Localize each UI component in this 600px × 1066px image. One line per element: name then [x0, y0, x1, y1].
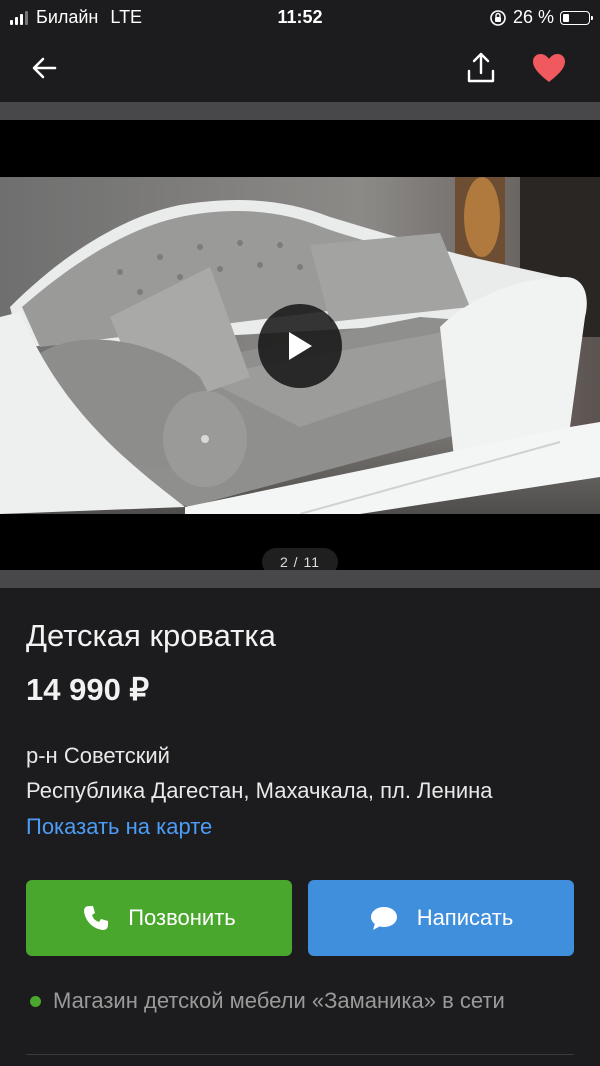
seller-name: Магазин детской мебели «Заманика» в сети	[53, 988, 505, 1013]
battery-icon	[560, 10, 593, 25]
divider	[26, 1054, 574, 1055]
show-on-map-link[interactable]: Показать на карте	[26, 814, 212, 840]
heart-icon	[533, 54, 565, 82]
share-icon	[467, 52, 495, 83]
call-button-label: Позвонить	[128, 905, 236, 930]
nav-bar	[0, 34, 600, 102]
listing-address: Республика Дагестан, Махачкала, пл. Лени…	[26, 778, 493, 803]
back-button[interactable]	[22, 46, 66, 90]
battery-level	[563, 13, 569, 22]
favorite-button[interactable]	[527, 46, 571, 90]
play-video-button[interactable]	[258, 304, 342, 388]
battery-percent: 26 %	[512, 7, 554, 27]
status-bar: Билайн LTE 11:52 26 %	[0, 0, 600, 34]
gallery-top-strip	[0, 102, 600, 120]
listing-title: Детская кроватка	[26, 618, 276, 653]
arrow-left-icon	[32, 57, 57, 79]
listing-district: р-н Советский	[26, 743, 170, 768]
status-right: 26 %	[489, 7, 593, 28]
message-button-label: Написать	[416, 905, 514, 930]
seller-info[interactable]: Магазин детской мебели «Заманика» в сети	[30, 988, 505, 1014]
call-button[interactable]: Позвонить	[26, 880, 292, 956]
orientation-lock-icon	[490, 9, 506, 26]
chat-bubble-icon	[370, 907, 397, 930]
play-icon	[289, 332, 312, 360]
phone-icon	[84, 906, 109, 930]
photo-gallery[interactable]	[0, 120, 600, 570]
share-button[interactable]	[459, 46, 503, 90]
online-status-dot	[30, 995, 41, 1007]
listing-price: 14 990 ₽	[26, 672, 150, 707]
gallery-bottom-strip	[0, 570, 600, 588]
message-button[interactable]: Написать	[308, 880, 574, 956]
